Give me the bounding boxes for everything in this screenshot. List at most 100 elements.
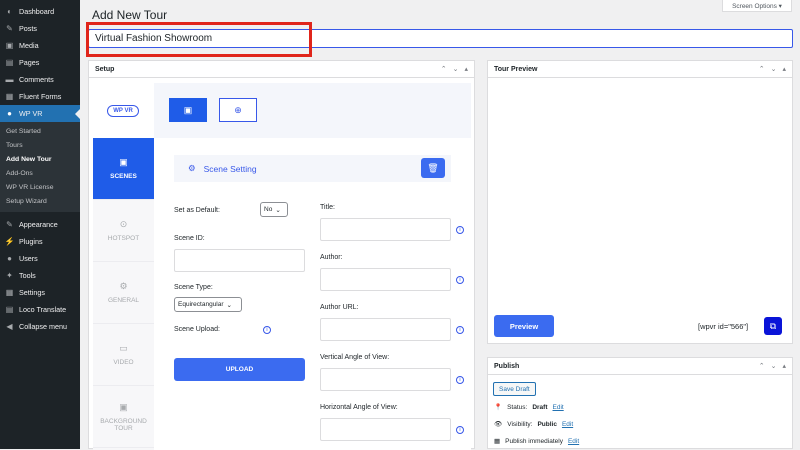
submenu-item-get-started[interactable]: Get Started: [0, 125, 80, 139]
tab-scenes[interactable]: ▣ SCENES: [93, 138, 154, 200]
page-title: Add New Tour: [92, 8, 168, 22]
title-input[interactable]: [320, 218, 451, 241]
move-up-icon[interactable]: ⌃: [759, 362, 765, 370]
vertical-angle-input[interactable]: [320, 368, 451, 391]
menu-item-loco-translate[interactable]: ▤ Loco Translate: [0, 301, 80, 318]
menu-item-fluent-forms[interactable]: ▦ Fluent Forms: [0, 88, 80, 105]
scene-id-input[interactable]: [174, 249, 305, 272]
menu-item-wp-vr[interactable]: ● WP VR: [0, 105, 80, 122]
wrench-icon: ✦: [6, 271, 13, 280]
edit-status-link[interactable]: Edit: [553, 404, 564, 411]
info-icon[interactable]: i: [456, 376, 464, 384]
menu-item-label: Posts: [19, 24, 37, 33]
collapse-icon: ◀: [6, 322, 13, 331]
menu-item-settings[interactable]: ▦ Settings: [0, 284, 80, 301]
toggle-icon[interactable]: ▴: [782, 362, 786, 370]
scene-type-select[interactable]: Equirectangular ⌄: [174, 297, 242, 312]
scene-setting-bar[interactable]: ⚙ Scene Setting 🗑: [174, 155, 451, 182]
image-icon: ▣: [183, 104, 193, 115]
copy-shortcode-button[interactable]: ⧉: [764, 317, 782, 335]
forms-icon: ▦: [5, 92, 14, 101]
delete-scene-button[interactable]: 🗑: [421, 158, 445, 178]
wpvr-logo: WP VR: [93, 83, 153, 138]
menu-item-collapse-menu[interactable]: ◀ Collapse menu: [0, 318, 80, 335]
scene-toolbar: ▣ ⊕: [154, 83, 471, 138]
edit-schedule-link[interactable]: Edit: [568, 438, 579, 445]
scene-image-button[interactable]: ▣: [169, 98, 207, 122]
toggle-icon[interactable]: ▴: [464, 65, 468, 73]
set-default-select[interactable]: No ⌄: [260, 202, 288, 217]
tab-video[interactable]: ▭ VIDEO: [93, 324, 154, 386]
menu-item-label: Loco Translate: [19, 305, 67, 314]
menu-item-label: WP VR: [19, 109, 43, 118]
move-up-icon[interactable]: ⌃: [441, 65, 447, 73]
status-row: 📍 Status: Draft Edit: [494, 403, 564, 412]
tab-label: GENERAL: [107, 297, 140, 304]
horizontal-angle-label: Horizontal Angle of View:: [320, 404, 398, 411]
dashboard-icon: ◐: [7, 7, 12, 16]
menu-item-media[interactable]: ▣ Media: [0, 37, 80, 54]
toggle-icon[interactable]: ▴: [782, 65, 786, 73]
info-icon[interactable]: i: [456, 276, 464, 284]
save-draft-button[interactable]: Save Draft: [493, 382, 536, 396]
chevron-down-icon: ⌄: [275, 206, 281, 214]
submenu-item-setup-wizard[interactable]: Setup Wizard: [0, 195, 80, 209]
menu-item-plugins[interactable]: ⚡ Plugins: [0, 233, 80, 250]
submenu-item-add-new-tour[interactable]: Add New Tour: [0, 153, 80, 167]
menu-item-appearance[interactable]: ✎ Appearance: [0, 216, 80, 233]
edit-visibility-link[interactable]: Edit: [562, 421, 573, 428]
video-icon: ▭: [119, 343, 128, 353]
scene-type-label: Scene Type:: [174, 284, 213, 291]
title-label: Title:: [320, 204, 335, 211]
tab-label: BACKGROUND TOUR: [100, 417, 147, 432]
pin-icon: 📍: [494, 404, 503, 411]
set-default-label: Set as Default:: [174, 207, 220, 214]
menu-item-label: Fluent Forms: [19, 92, 62, 101]
move-up-icon[interactable]: ⌃: [759, 65, 765, 73]
tab-hotspot[interactable]: ⊙ HOTSPOT: [93, 200, 154, 262]
tab-general[interactable]: ⚙ GENERAL: [93, 262, 154, 324]
submenu-item-wp-vr-license[interactable]: WP VR License: [0, 181, 80, 195]
info-icon[interactable]: i: [456, 326, 464, 334]
menu-item-label: Dashboard: [19, 7, 55, 16]
menu-item-dashboard[interactable]: ◐ Dashboard: [0, 3, 80, 20]
info-icon[interactable]: i: [456, 426, 464, 434]
upload-button[interactable]: UPLOAD: [174, 358, 305, 381]
move-down-icon[interactable]: ⌄: [453, 65, 459, 73]
move-down-icon[interactable]: ⌄: [771, 362, 777, 370]
tab-label: SCENES: [110, 173, 137, 180]
status-label: Status:: [507, 403, 528, 411]
info-icon[interactable]: i: [263, 326, 271, 334]
menu-item-pages[interactable]: ▤ Pages: [0, 54, 80, 71]
move-down-icon[interactable]: ⌄: [771, 65, 777, 73]
scene-panel: ⚙ Scene Setting 🗑 Set as Default: No ⌄ Sc…: [154, 138, 471, 450]
admin-sidebar: ◐ Dashboard ✎ Posts ▣ Media ▤ Pages ▬ Comments ▦ Fl…: [0, 0, 80, 449]
vertical-angle-label: Vertical Angle of View:: [320, 354, 390, 361]
gear-icon: ⚙: [119, 281, 128, 291]
preview-button[interactable]: Preview: [494, 315, 554, 337]
media-icon: ▣: [5, 41, 14, 50]
logo-text: WP VR: [107, 104, 139, 117]
menu-item-label: Users: [19, 254, 38, 263]
menu-item-tools[interactable]: ✦ Tools: [0, 267, 80, 284]
author-url-input[interactable]: [320, 318, 451, 341]
horizontal-angle-input[interactable]: [320, 418, 451, 441]
visibility-value: Public: [537, 420, 557, 428]
menu-item-posts[interactable]: ✎ Posts: [0, 20, 80, 37]
screen-options-button[interactable]: Screen Options ▾: [722, 0, 792, 12]
info-icon[interactable]: i: [456, 226, 464, 234]
add-scene-button[interactable]: ⊕: [219, 98, 257, 122]
tab-background-tour[interactable]: ▣ BACKGROUND TOUR: [93, 386, 154, 448]
visibility-label: Visibility:: [507, 420, 533, 428]
wpvr-icon: ●: [7, 109, 12, 118]
wpvr-submenu: Get Started Tours Add New Tour Add-Ons WP VR…: [0, 122, 80, 212]
menu-item-comments[interactable]: ▬ Comments: [0, 71, 80, 88]
menu-item-users[interactable]: ● Users: [0, 250, 80, 267]
menu-item-label: Media: [19, 41, 39, 50]
submenu-item-add-ons[interactable]: Add-Ons: [0, 167, 80, 181]
submenu-item-tours[interactable]: Tours: [0, 139, 80, 153]
author-input[interactable]: [320, 268, 451, 291]
eye-icon: 👁: [494, 421, 503, 428]
select-value: Equirectangular: [178, 301, 224, 308]
tour-title-input[interactable]: [88, 29, 793, 48]
